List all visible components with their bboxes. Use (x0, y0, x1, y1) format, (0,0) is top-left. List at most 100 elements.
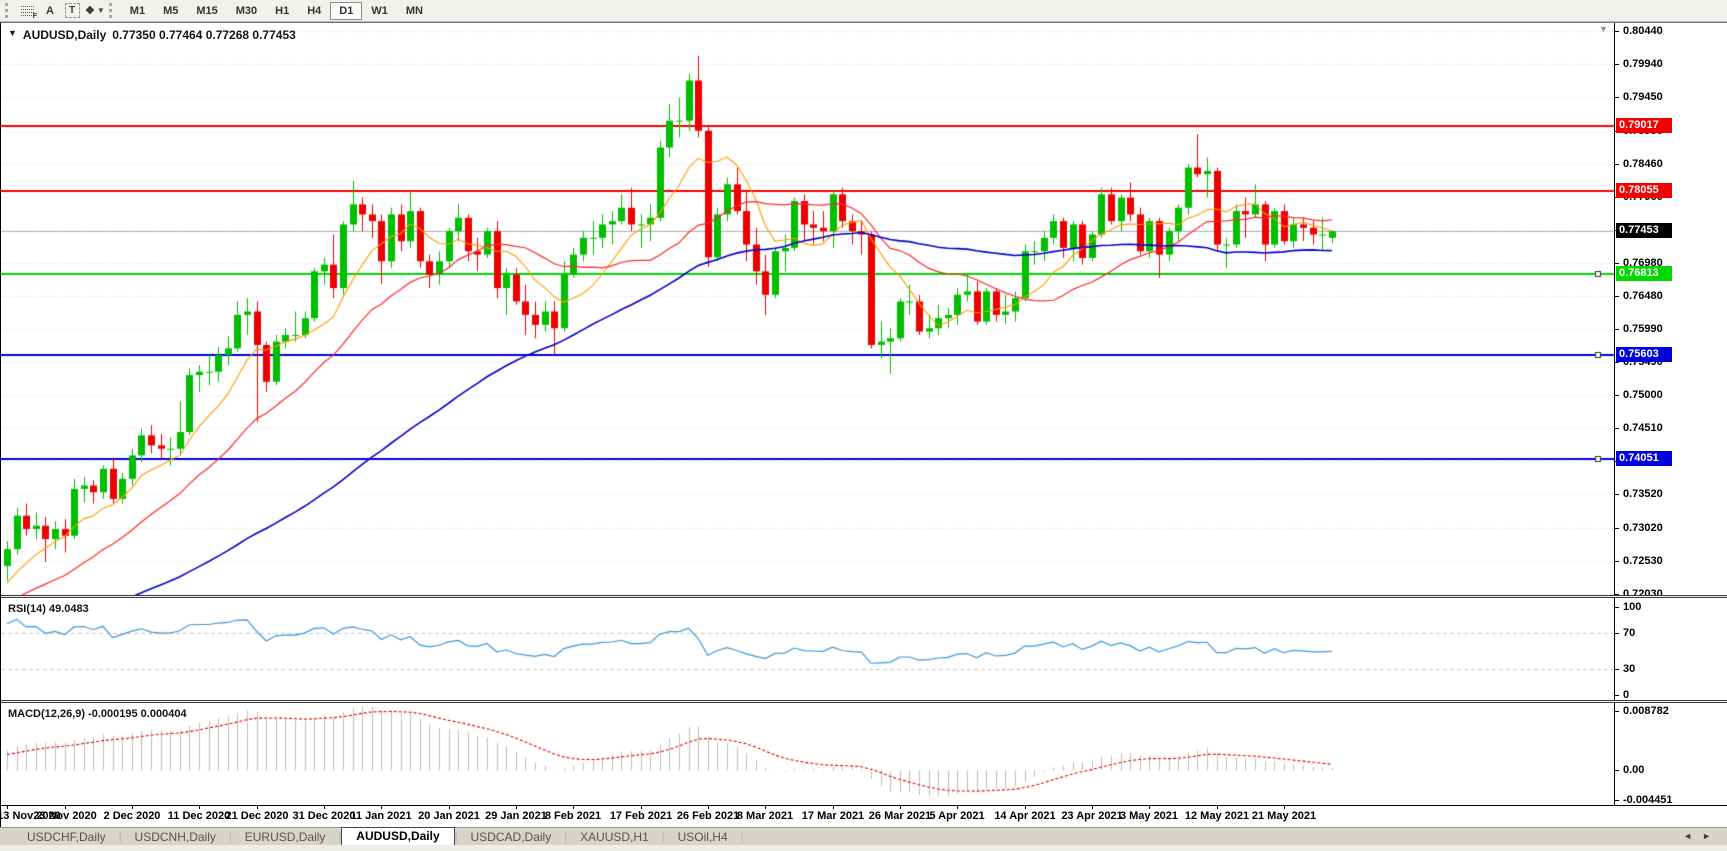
text-a-icon: A (46, 4, 54, 17)
chart-tab-audusd[interactable]: AUDUSD,Daily (341, 827, 455, 845)
chart-ohlc-values: 0.77350 0.77464 0.77268 0.77453 (112, 28, 296, 42)
timeframe-button-h1[interactable]: H1 (266, 2, 298, 20)
price-tick-mark (1615, 164, 1619, 165)
timeframe-button-m15[interactable]: M15 (187, 2, 226, 20)
chart-tab-xauusd[interactable]: XAUUSD,H1 (567, 829, 662, 845)
time-tick-mark (765, 806, 766, 809)
tab-separator: | (740, 830, 744, 843)
macd-tick-mark (1615, 800, 1619, 801)
price-tick-label: 0.73020 (1623, 522, 1663, 534)
price-level-badge: 0.76813 (1616, 266, 1672, 281)
text-label-tool-button[interactable]: A (40, 2, 60, 20)
time-tick-mark (833, 806, 834, 809)
time-tick-mark (65, 806, 66, 809)
toolbar-drag-handle[interactable] (5, 3, 12, 18)
time-tick-mark (7, 806, 8, 809)
price-axis-border (1614, 23, 1615, 806)
chevron-down-icon[interactable]: ▼ (97, 6, 105, 15)
chart-tab-usdchf[interactable]: USDCHF,Daily (14, 829, 119, 845)
price-tick-label: 0.75000 (1623, 389, 1663, 401)
rsi-label: RSI(14) 49.0483 (8, 603, 89, 615)
price-level-badge: 0.78055 (1616, 183, 1672, 198)
time-tick-mark (708, 806, 709, 809)
chart-tab-usdcad[interactable]: USDCAD,Daily (458, 829, 565, 845)
toolbar-drag-handle[interactable] (108, 3, 116, 18)
timeframe-button-h4[interactable]: H4 (298, 2, 330, 20)
price-tick-mark (1615, 31, 1619, 32)
macd-tick-mark (1615, 770, 1619, 771)
price-level-badge: 0.74051 (1616, 451, 1672, 466)
price-tick-label: 0.78460 (1623, 158, 1663, 170)
f-lines-tool-button[interactable]: F (18, 2, 38, 20)
price-tick-mark (1615, 64, 1619, 65)
chart-shift-marker-icon[interactable]: ▼ (1599, 24, 1608, 34)
time-tick-mark (132, 806, 133, 809)
f-lines-icon: F (21, 4, 37, 20)
timeframe-button-m30[interactable]: M30 (227, 2, 266, 20)
price-tick-label: 0.75990 (1623, 323, 1663, 335)
timeframe-button-mn[interactable]: MN (397, 2, 432, 20)
price-tick-mark (1615, 561, 1619, 562)
price-tick-label: 0.73520 (1623, 488, 1663, 500)
time-tick-mark (516, 806, 517, 809)
panel-splitter[interactable] (1, 700, 1727, 703)
macd-label: MACD(12,26,9) -0.000195 0.000404 (8, 708, 187, 720)
rsi-tick-mark (1615, 633, 1619, 634)
tab-scroll-left-icon[interactable]: ◄ (1683, 831, 1702, 841)
time-tick-mark (1217, 806, 1218, 809)
time-tick-mark (900, 806, 901, 809)
price-tick-mark (1615, 494, 1619, 495)
timeframe-button-group: M1 M5 M15 M30 H1 H4 D1 W1 MN (121, 1, 432, 20)
bottom-scrollbar[interactable] (0, 845, 1727, 851)
arrows-icon: ❖ (85, 5, 95, 17)
rsi-tick-label: 100 (1623, 601, 1642, 613)
time-tick-mark (324, 806, 325, 809)
timeframe-button-m1[interactable]: M1 (121, 2, 154, 20)
macd-indicator-canvas[interactable] (1, 703, 1614, 805)
price-tick-mark (1615, 97, 1619, 98)
text-box-tool-button[interactable]: T (62, 2, 82, 20)
rsi-indicator-canvas[interactable] (1, 598, 1614, 700)
time-tick-mark (1149, 806, 1150, 809)
price-tick-label: 0.72030 (1623, 588, 1663, 600)
price-tick-mark (1615, 362, 1619, 363)
time-tick-mark (1092, 806, 1093, 809)
time-tick-mark (957, 806, 958, 809)
panel-splitter[interactable] (1, 595, 1727, 598)
price-axis[interactable]: 0.804400.799400.794500.789500.784600.779… (1615, 23, 1727, 806)
arrow-styles-tool-button[interactable]: ❖ ▼ (84, 2, 106, 20)
chart-tab-eurusd[interactable]: EURUSD,Daily (232, 829, 339, 845)
price-tick-label: 0.74510 (1623, 422, 1663, 434)
time-tick-mark (573, 806, 574, 809)
timeframe-button-w1[interactable]: W1 (362, 2, 397, 20)
chart-window: ▼ AUDUSD,Daily 0.77350 0.77464 0.77268 0… (0, 22, 1727, 827)
chart-tab-usdcnh[interactable]: USDCNH,Daily (122, 829, 229, 845)
chart-title: ▼ AUDUSD,Daily 0.77350 0.77464 0.77268 0… (8, 28, 296, 42)
timeframe-button-m5[interactable]: M5 (154, 2, 187, 20)
tab-scroll-right-icon[interactable]: ► (1702, 831, 1721, 841)
price-tick-mark (1615, 395, 1619, 396)
tab-scroll-arrows: ◄► (1683, 831, 1721, 841)
time-axis-border (1, 805, 1727, 806)
price-tick-mark (1615, 528, 1619, 529)
chart-symbol-period: AUDUSD,Daily (22, 28, 107, 42)
price-level-badge: 0.79017 (1616, 118, 1672, 133)
chart-tab-usoil[interactable]: USOil,H4 (665, 829, 741, 845)
time-tick-label: 21 May 2021 (1251, 810, 1317, 822)
main-chart-canvas[interactable] (1, 23, 1614, 595)
time-tick-mark (199, 806, 200, 809)
timeframe-button-d1[interactable]: D1 (330, 1, 363, 20)
price-tick-mark (1615, 329, 1619, 330)
price-tick-label: 0.79940 (1623, 58, 1663, 70)
macd-tick-label: 0.00 (1623, 764, 1645, 776)
price-level-badge: 0.75603 (1616, 347, 1672, 362)
time-tick-mark (381, 806, 382, 809)
collapse-triangle-icon[interactable]: ▼ (8, 28, 17, 42)
rsi-tick-label: 30 (1623, 663, 1636, 675)
time-tick-mark (449, 806, 450, 809)
price-tick-mark (1615, 296, 1619, 297)
rsi-tick-label: 70 (1623, 627, 1636, 639)
time-tick-mark (1284, 806, 1285, 809)
chart-tab-bar: USDCHF,Daily | USDCNH,Daily | EURUSD,Daily | A… (0, 827, 1727, 845)
price-tick-label: 0.76480 (1623, 290, 1663, 302)
